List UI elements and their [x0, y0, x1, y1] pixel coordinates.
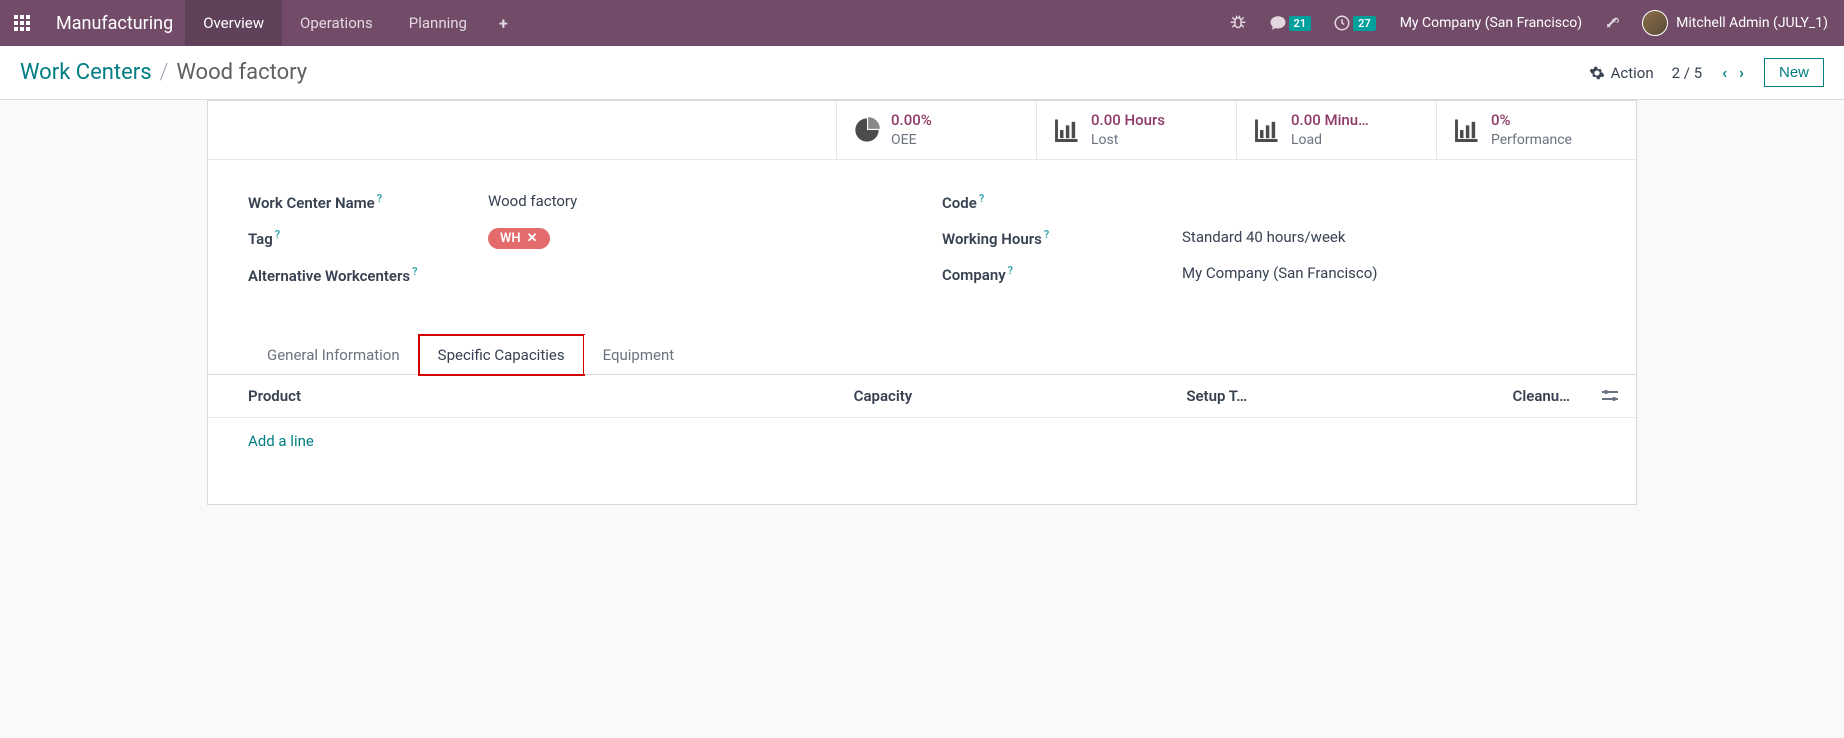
action-menu-button[interactable]: Action: [1589, 64, 1654, 82]
messages-badge: 21: [1289, 16, 1312, 31]
help-icon[interactable]: ?: [412, 265, 417, 278]
workcenter-name-field[interactable]: Wood factory: [488, 192, 902, 210]
columns-options-icon[interactable]: [1602, 389, 1620, 403]
label-company: Company?: [942, 264, 1182, 284]
form-sheet: 0.00% OEE 0.00 Hours Lost 0.00 Minu… Loa…: [207, 100, 1637, 505]
help-icon[interactable]: ?: [275, 228, 280, 241]
help-icon[interactable]: ?: [979, 192, 984, 205]
table-row: Add a line: [208, 417, 1636, 464]
add-line-button[interactable]: Add a line: [248, 432, 314, 450]
tools-icon[interactable]: [1602, 10, 1628, 36]
stat-label: Load: [1291, 131, 1369, 149]
help-icon[interactable]: ?: [1008, 264, 1013, 277]
app-brand[interactable]: Manufacturing: [44, 13, 185, 34]
tab-general-information[interactable]: General Information: [248, 335, 419, 374]
action-label: Action: [1611, 64, 1654, 82]
label-workcenter-name: Work Center Name?: [248, 192, 488, 212]
pager-text[interactable]: 2 / 5: [1672, 64, 1703, 82]
pager-prev-icon[interactable]: ‹: [1720, 61, 1729, 84]
avatar: [1642, 10, 1668, 36]
nav-planning[interactable]: Planning: [391, 0, 485, 46]
tab-specific-capacities[interactable]: Specific Capacities: [419, 335, 584, 375]
user-name: Mitchell Admin (JULY_1): [1676, 15, 1828, 31]
messages-icon[interactable]: 21: [1265, 10, 1316, 36]
label-working-hours: Working Hours?: [942, 228, 1182, 248]
breadcrumb-current: Wood factory: [176, 60, 307, 85]
user-menu[interactable]: Mitchell Admin (JULY_1): [1642, 10, 1828, 36]
help-icon[interactable]: ?: [377, 192, 382, 205]
bar-chart-icon: [1453, 116, 1481, 144]
stat-load[interactable]: 0.00 Minu… Load: [1236, 101, 1436, 159]
label-tag: Tag?: [248, 228, 488, 248]
pager-next-icon[interactable]: ›: [1737, 61, 1746, 84]
stat-lost[interactable]: 0.00 Hours Lost: [1036, 101, 1236, 159]
company-field[interactable]: My Company (San Francisco): [1182, 264, 1596, 282]
col-cleanup[interactable]: Cleanu…: [1263, 375, 1586, 418]
nav-operations[interactable]: Operations: [282, 0, 391, 46]
company-switcher[interactable]: My Company (San Francisco): [1394, 15, 1588, 31]
tab-equipment[interactable]: Equipment: [584, 335, 694, 374]
tag-text: WH: [500, 231, 521, 246]
pie-chart-icon: [853, 116, 881, 144]
stat-label: Performance: [1491, 131, 1572, 149]
stat-value: 0.00 Hours: [1091, 111, 1165, 131]
capacities-table: Product Capacity Setup T… Cleanu… Add a: [208, 375, 1636, 504]
nav-add-icon[interactable]: +: [485, 14, 522, 33]
col-options[interactable]: [1586, 375, 1636, 418]
col-setup[interactable]: Setup T…: [928, 375, 1263, 418]
activities-icon[interactable]: 27: [1329, 10, 1380, 36]
col-capacity[interactable]: Capacity: [601, 375, 928, 418]
new-button[interactable]: New: [1764, 58, 1824, 87]
stat-row: 0.00% OEE 0.00 Hours Lost 0.00 Minu… Loa…: [208, 101, 1636, 160]
label-alt-workcenters: Alternative Workcenters?: [248, 265, 488, 285]
breadcrumb-parent[interactable]: Work Centers: [20, 60, 152, 85]
stat-value: 0.00%: [891, 111, 932, 131]
toolbar: Work Centers / Wood factory Action 2 / 5…: [0, 46, 1844, 100]
table-row: [208, 464, 1636, 504]
stat-value: 0%: [1491, 111, 1572, 131]
tag-remove-icon[interactable]: ✕: [527, 231, 538, 246]
bar-chart-icon: [1053, 116, 1081, 144]
stat-performance[interactable]: 0% Performance: [1436, 101, 1636, 159]
bar-chart-icon: [1253, 116, 1281, 144]
activities-badge: 27: [1353, 16, 1376, 31]
stat-label: OEE: [891, 131, 932, 149]
stat-value: 0.00 Minu…: [1291, 111, 1369, 131]
tabs: General Information Specific Capacities …: [208, 335, 1636, 375]
breadcrumb: Work Centers / Wood factory: [20, 60, 307, 85]
col-product[interactable]: Product: [208, 375, 601, 418]
stat-oee[interactable]: 0.00% OEE: [836, 101, 1036, 159]
main-navbar: Manufacturing Overview Operations Planni…: [0, 0, 1844, 46]
label-code: Code?: [942, 192, 1182, 212]
apps-icon[interactable]: [8, 9, 36, 37]
nav-overview[interactable]: Overview: [185, 0, 282, 46]
tag-pill: WH ✕: [488, 228, 550, 249]
breadcrumb-sep: /: [160, 60, 169, 85]
debug-icon[interactable]: [1225, 10, 1251, 36]
working-hours-field[interactable]: Standard 40 hours/week: [1182, 228, 1596, 246]
stat-label: Lost: [1091, 131, 1165, 149]
help-icon[interactable]: ?: [1044, 228, 1049, 241]
gear-icon: [1589, 65, 1605, 81]
tag-field[interactable]: WH ✕: [488, 228, 902, 249]
